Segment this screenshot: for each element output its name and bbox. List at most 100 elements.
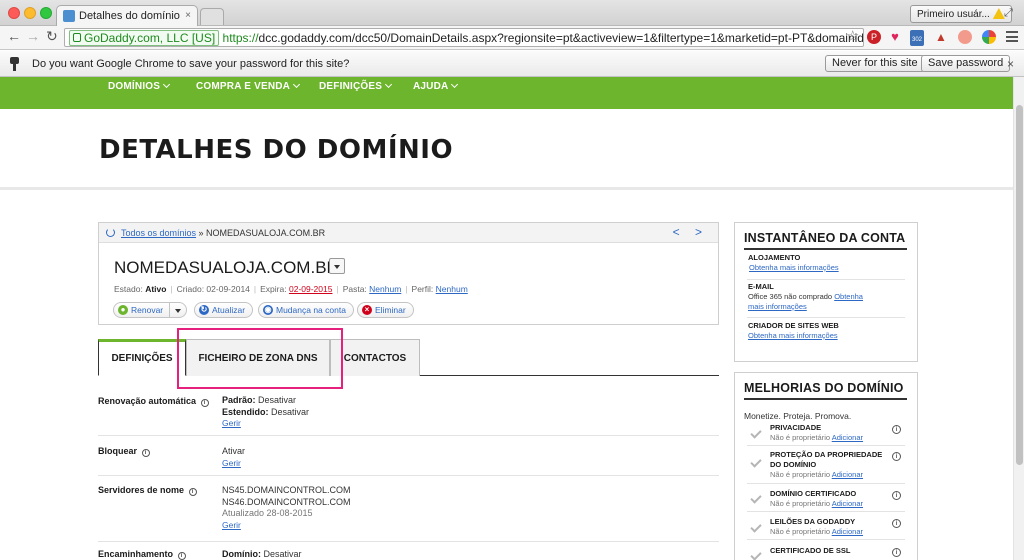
info-icon[interactable]: i <box>177 552 186 560</box>
never-for-this-site-button[interactable]: Never for this site <box>825 55 925 72</box>
add-auctions-link[interactable]: Adicionar <box>832 527 863 536</box>
info-icon[interactable]: i <box>892 519 901 528</box>
pinterest-extension-icon[interactable]: P <box>867 30 881 44</box>
nav-item-definicoes[interactable]: DEFINIÇÕES <box>319 80 393 92</box>
refresh-icon[interactable] <box>106 228 115 237</box>
all-domains-link[interactable]: Todos os domínios <box>121 228 196 238</box>
not-owner-text: Não é proprietário <box>770 527 831 536</box>
infobar-close-icon[interactable]: × <box>1007 57 1014 71</box>
extension-circle-icon[interactable] <box>958 30 972 44</box>
lock-status: Ativar <box>222 446 246 456</box>
new-tab-button[interactable] <box>200 8 224 25</box>
godaddy-favicon-icon <box>63 10 75 22</box>
email-info-link[interactable]: Obtenha <box>834 292 863 301</box>
nav-item-ajuda[interactable]: AJUDA <box>413 80 459 92</box>
chevron-down-icon <box>163 80 171 89</box>
info-icon[interactable]: i <box>188 488 197 496</box>
info-icon[interactable]: i <box>892 425 901 434</box>
tab-contactos[interactable]: CONTACTOS <box>330 339 420 376</box>
minimize-window-button[interactable] <box>24 7 36 19</box>
chevron-down-icon <box>451 80 459 89</box>
chevron-down-icon <box>293 80 301 89</box>
prev-next-arrows-icon[interactable]: < > <box>673 225 708 239</box>
domain-dropdown-button[interactable] <box>329 258 345 274</box>
fullscreen-icon[interactable]: ⤢ <box>1004 7 1013 20</box>
account-change-button[interactable]: ◉ Mudança na conta <box>258 302 354 318</box>
improvement-ssl: CERTIFICADO DE SSL <box>770 546 850 556</box>
scrollbar-thumb[interactable] <box>1016 105 1023 465</box>
tab-definicoes[interactable]: DEFINIÇÕES <box>98 339 186 376</box>
bookmark-star-icon[interactable]: ☆ <box>846 27 859 45</box>
lock-icon <box>73 33 81 42</box>
improvement-ownership-protection: PROTEÇÃO DA PROPRIEDADE DO DOMÍNIO Não é … <box>770 450 890 480</box>
forwarding-domain-label: Domínio: <box>222 549 261 559</box>
email-status: Office 365 não comprado <box>748 292 833 301</box>
car-extension-icon[interactable]: ▲ <box>934 30 948 44</box>
update-icon: ↻ <box>199 305 209 315</box>
add-protection-link[interactable]: Adicionar <box>832 470 863 479</box>
info-icon[interactable]: i <box>892 452 901 461</box>
back-arrow-icon[interactable]: ← <box>7 28 21 44</box>
improvement-certified-domain: DOMÍNIO CERTIFICADO Não é proprietário Ad… <box>770 489 863 509</box>
nav-item-label: AJUDA <box>413 81 449 92</box>
hosting-info-link[interactable]: Obtenha mais informações <box>749 263 839 272</box>
update-button[interactable]: ↻ Atualizar <box>194 302 254 318</box>
panel-rule <box>744 398 907 400</box>
renew-dropdown-button[interactable] <box>169 302 187 318</box>
delete-button[interactable]: × Eliminar <box>357 302 414 318</box>
heart-extension-icon[interactable]: ♥ <box>888 30 902 44</box>
ev-label: GoDaddy.com, LLC [US] <box>84 31 216 45</box>
color-extension-icon[interactable] <box>982 30 996 44</box>
expires-date[interactable]: 02-09-2015 <box>289 284 332 294</box>
panel-divider <box>747 317 905 318</box>
main-nav: DOMÍNIOS COMPRA E VENDA DEFINIÇÕES AJUDA <box>0 77 1013 109</box>
site-builder-info-link[interactable]: Obtenha mais informações <box>748 331 838 340</box>
info-icon[interactable]: i <box>200 399 209 407</box>
check-icon <box>750 492 762 504</box>
improvement-title: PROTEÇÃO DA PROPRIEDADE DO DOMÍNIO <box>770 450 883 469</box>
row-label-text: Renovação automática <box>98 396 197 406</box>
add-privacy-link[interactable]: Adicionar <box>832 433 863 442</box>
info-icon[interactable]: i <box>892 491 901 500</box>
improvements-subtitle: Monetize. Proteja. Promova. <box>744 411 852 421</box>
renew-button[interactable]: ● Renovar <box>113 302 172 318</box>
reload-icon[interactable]: ↻ <box>46 28 58 45</box>
nav-item-compra-e-venda[interactable]: COMPRA E VENDA <box>196 80 301 92</box>
redirect-extension-icon[interactable]: 302 <box>910 30 924 46</box>
manage-lock-link[interactable]: Gerir <box>222 458 241 468</box>
url-text: dcc.godaddy.com/dcc50/DomainDetails.aspx… <box>258 31 864 45</box>
nameservers-value: NS45.DOMAINCONTROL.COM NS46.DOMAINCONTRO… <box>222 485 351 531</box>
nav-item-label: DOMÍNIOS <box>108 81 161 92</box>
panel-divider <box>747 279 905 280</box>
save-password-button[interactable]: Save password <box>921 55 1011 72</box>
snapshot-email: E-MAIL Office 365 não comprado Obtenha m… <box>748 282 863 312</box>
forward-arrow-icon[interactable]: → <box>26 28 40 44</box>
email-info-link-2[interactable]: mais informações <box>748 302 807 311</box>
add-certified-link[interactable]: Adicionar <box>832 499 863 508</box>
folder-link[interactable]: Nenhum <box>369 284 401 294</box>
ev-certificate-badge[interactable]: GoDaddy.com, LLC [US] <box>69 30 220 46</box>
info-icon[interactable]: i <box>892 548 901 557</box>
info-icon[interactable]: i <box>141 449 150 457</box>
row-label-text: Bloquear <box>98 446 138 456</box>
manage-nameservers-link[interactable]: Gerir <box>222 520 241 530</box>
update-label: Atualizar <box>212 305 246 315</box>
hosting-heading: ALOJAMENTO <box>748 253 801 262</box>
browser-tab[interactable]: Detalhes do domínio × <box>56 5 198 27</box>
nameserver-1: NS45.DOMAINCONTROL.COM <box>222 485 351 495</box>
profile-button[interactable]: Primeiro usuár... <box>910 5 1012 23</box>
profile-link[interactable]: Nenhum <box>436 284 468 294</box>
nav-item-dominios[interactable]: DOMÍNIOS <box>108 80 171 92</box>
manage-renewal-link[interactable]: Gerir <box>222 418 241 428</box>
zoom-window-button[interactable] <box>40 7 52 19</box>
address-bar[interactable]: GoDaddy.com, LLC [US] https://dcc.godadd… <box>64 28 864 47</box>
account-change-label: Mudança na conta <box>276 305 346 315</box>
auto-renewal-value: Padrão: Desativar Estendido: Desativar G… <box>222 395 309 430</box>
close-window-button[interactable] <box>8 7 20 19</box>
chrome-menu-icon[interactable] <box>1006 31 1018 42</box>
page-scrollbar[interactable] <box>1013 77 1024 560</box>
row-divider <box>98 541 719 542</box>
forwarding-value: Domínio: Desativar <box>222 549 302 560</box>
email-heading: E-MAIL <box>748 282 774 291</box>
tab-close-icon[interactable]: × <box>185 10 191 21</box>
